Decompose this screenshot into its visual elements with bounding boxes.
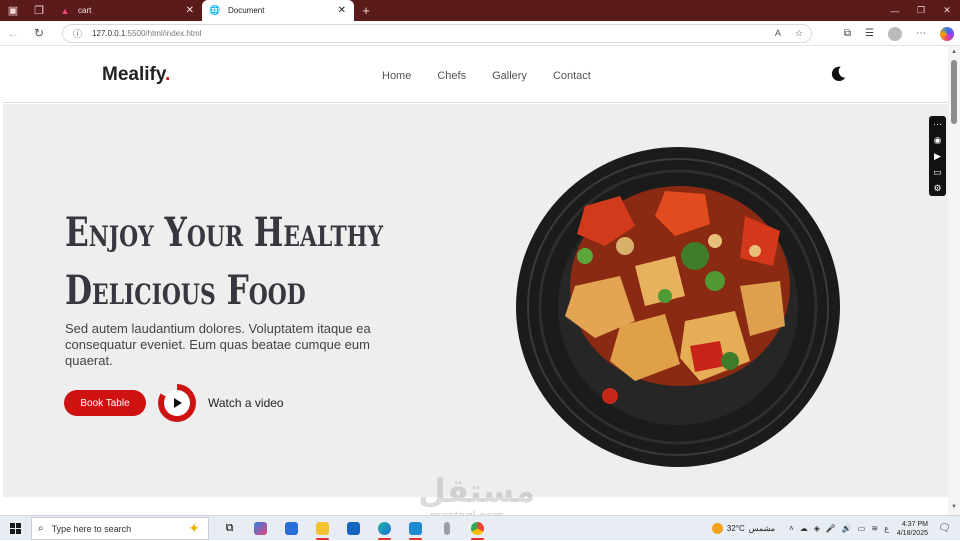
capture-toolbar: ⋯ ◉ ▶ ▭ ⚙ xyxy=(929,116,946,196)
moon-icon[interactable] xyxy=(829,65,847,83)
copilot-app-icon[interactable] xyxy=(245,516,276,541)
browser-tab-bar: ▣ ❐ ▲ cart ✕ 🌐 Document ✕ + — ❐ ✕ xyxy=(0,0,960,21)
system-tray: 32°C مشمس ˄ ☁ ◈ 🎤 🔊 ▭ ≋ ع 4:37 PM 4/18/2… xyxy=(711,516,960,541)
watch-video-link[interactable]: Watch a video xyxy=(208,396,284,410)
store-icon[interactable] xyxy=(276,516,307,541)
tab-title: Document xyxy=(228,6,265,15)
security-icon[interactable]: ◈ xyxy=(814,524,820,533)
weather-temp: 32°C xyxy=(726,524,745,533)
weather-widget[interactable]: 32°C مشمس xyxy=(711,523,776,534)
favorite-star-icon[interactable]: ☆ xyxy=(795,28,803,39)
sun-icon xyxy=(711,523,723,534)
hero-title: Enjoy Your Healthy Delicious Food xyxy=(65,204,408,320)
nav-chefs[interactable]: Chefs xyxy=(437,70,466,82)
tab-title: cart xyxy=(78,6,92,15)
copilot-icon[interactable] xyxy=(940,26,954,41)
battery-icon[interactable]: ▭ xyxy=(858,524,866,533)
more-menu-icon[interactable]: ⋯ xyxy=(916,28,926,39)
window-controls: — ❐ ✕ xyxy=(882,0,960,21)
read-aloud-icon[interactable]: A xyxy=(775,28,781,39)
tab-cart[interactable]: ▲ cart ✕ xyxy=(52,0,202,21)
site-info-icon[interactable]: ⓘ xyxy=(73,27,82,40)
mic-icon[interactable]: 🎤 xyxy=(826,524,836,533)
search-placeholder: Type here to search xyxy=(51,523,132,534)
url-field[interactable]: ⓘ 127.0.0.1:5500/html/index.html A ☆ xyxy=(62,24,812,43)
new-tab-button[interactable]: + xyxy=(354,0,378,21)
weather-text: مشمس xyxy=(748,524,776,533)
settings-gear-icon[interactable]: ⚙ xyxy=(932,183,943,193)
scroll-thumb[interactable] xyxy=(951,60,957,124)
clock-time: 4:37 PM xyxy=(901,520,928,528)
nav-home[interactable]: Home xyxy=(382,70,411,82)
close-tab-icon[interactable]: ✕ xyxy=(186,5,194,16)
taskbar-search[interactable]: ⌕ Type here to search ✦ xyxy=(31,517,209,540)
outlook-icon[interactable] xyxy=(338,516,369,541)
angular-icon: ▲ xyxy=(60,5,70,16)
nav-gallery[interactable]: Gallery xyxy=(492,70,527,82)
main-nav: Home Chefs Gallery Contact xyxy=(382,70,617,82)
book-table-button[interactable]: Book Table xyxy=(64,390,146,416)
maximize-icon[interactable]: ❐ xyxy=(908,0,934,21)
wifi-icon[interactable]: ≋ xyxy=(871,524,878,533)
taskbar-apps: ⧉ xyxy=(214,516,493,541)
task-view-icon[interactable]: ⧉ xyxy=(214,516,245,541)
clock-date: 4/18/2025 xyxy=(896,529,928,537)
watermark-logo: مستقل xyxy=(418,472,536,510)
site-logo[interactable]: Mealify. xyxy=(102,64,170,86)
back-icon[interactable]: ← xyxy=(0,21,26,46)
profile-avatar[interactable] xyxy=(888,26,902,41)
workspaces-icon[interactable]: ▣ xyxy=(0,0,26,21)
windows-logo-icon xyxy=(9,522,21,534)
search-icon: ⌕ xyxy=(38,523,44,534)
minimize-icon[interactable]: — xyxy=(882,0,908,21)
play-inner xyxy=(164,390,190,416)
windows-taskbar: ⌕ Type here to search ✦ ⧉ 32°C مشمس ˄ ☁ … xyxy=(0,515,960,540)
refresh-icon[interactable]: ↻ xyxy=(26,21,52,46)
food-dish-image xyxy=(516,147,840,467)
notifications-icon[interactable]: 🗨 xyxy=(938,523,952,534)
hero-subtitle: Sed autem laudantium dolores. Voluptatem… xyxy=(65,321,371,368)
window-capture-icon[interactable]: ▭ xyxy=(932,167,943,177)
show-hidden-icons-icon[interactable]: ˄ xyxy=(789,524,794,533)
logo-dot: . xyxy=(165,64,171,85)
address-bar-row: ← ↻ ⓘ 127.0.0.1:5500/html/index.html A ☆… xyxy=(0,21,960,46)
file-explorer-icon[interactable] xyxy=(307,516,338,541)
copilot-sparkle-icon: ✦ xyxy=(188,520,200,536)
video-icon[interactable]: ▶ xyxy=(932,151,943,161)
pin-icon[interactable]: ⋯ xyxy=(932,119,943,129)
chrome-icon[interactable] xyxy=(462,516,493,541)
language-indicator[interactable]: ع xyxy=(884,524,889,533)
close-window-icon[interactable]: ✕ xyxy=(934,0,960,21)
tab-document[interactable]: 🌐 Document ✕ xyxy=(202,0,354,21)
edge-icon[interactable] xyxy=(369,516,400,541)
site-header: Mealify. Home Chefs Gallery Contact xyxy=(3,46,948,103)
play-video-button[interactable] xyxy=(158,384,196,422)
url-path: :5500/html/index.html xyxy=(125,29,202,38)
volume-icon[interactable]: 🔊 xyxy=(842,524,852,533)
scroll-down-icon[interactable]: ▼ xyxy=(950,504,958,512)
nav-contact[interactable]: Contact xyxy=(553,70,591,82)
web-page: Mealify. Home Chefs Gallery Contact Enjo… xyxy=(3,46,948,515)
microphone-app-icon[interactable] xyxy=(431,516,462,541)
camera-icon[interactable]: ◉ xyxy=(932,135,943,145)
play-icon xyxy=(174,398,182,408)
hero-title-line1: Enjoy Your Healthy xyxy=(65,209,384,256)
cloud-icon[interactable]: ☁ xyxy=(800,524,808,533)
hero-section: Enjoy Your Healthy Delicious Food Sed au… xyxy=(3,104,948,497)
clock[interactable]: 4:37 PM 4/18/2025 xyxy=(897,520,928,538)
page-scrollbar[interactable]: ▲ ▼ xyxy=(948,46,960,515)
vscode-icon[interactable] xyxy=(400,516,431,541)
hero-title-line2: Delicious Food xyxy=(65,267,306,314)
tab-actions-icon[interactable]: ❐ xyxy=(26,0,52,21)
start-button[interactable] xyxy=(0,516,30,541)
globe-icon: 🌐 xyxy=(209,5,221,15)
url-host: 127.0.0.1 xyxy=(92,29,126,38)
favorites-icon[interactable]: ☰ xyxy=(865,28,874,39)
close-tab-icon[interactable]: ✕ xyxy=(338,5,346,16)
extensions-icon[interactable]: ⧉ xyxy=(844,28,851,39)
scroll-up-icon[interactable]: ▲ xyxy=(950,49,958,57)
